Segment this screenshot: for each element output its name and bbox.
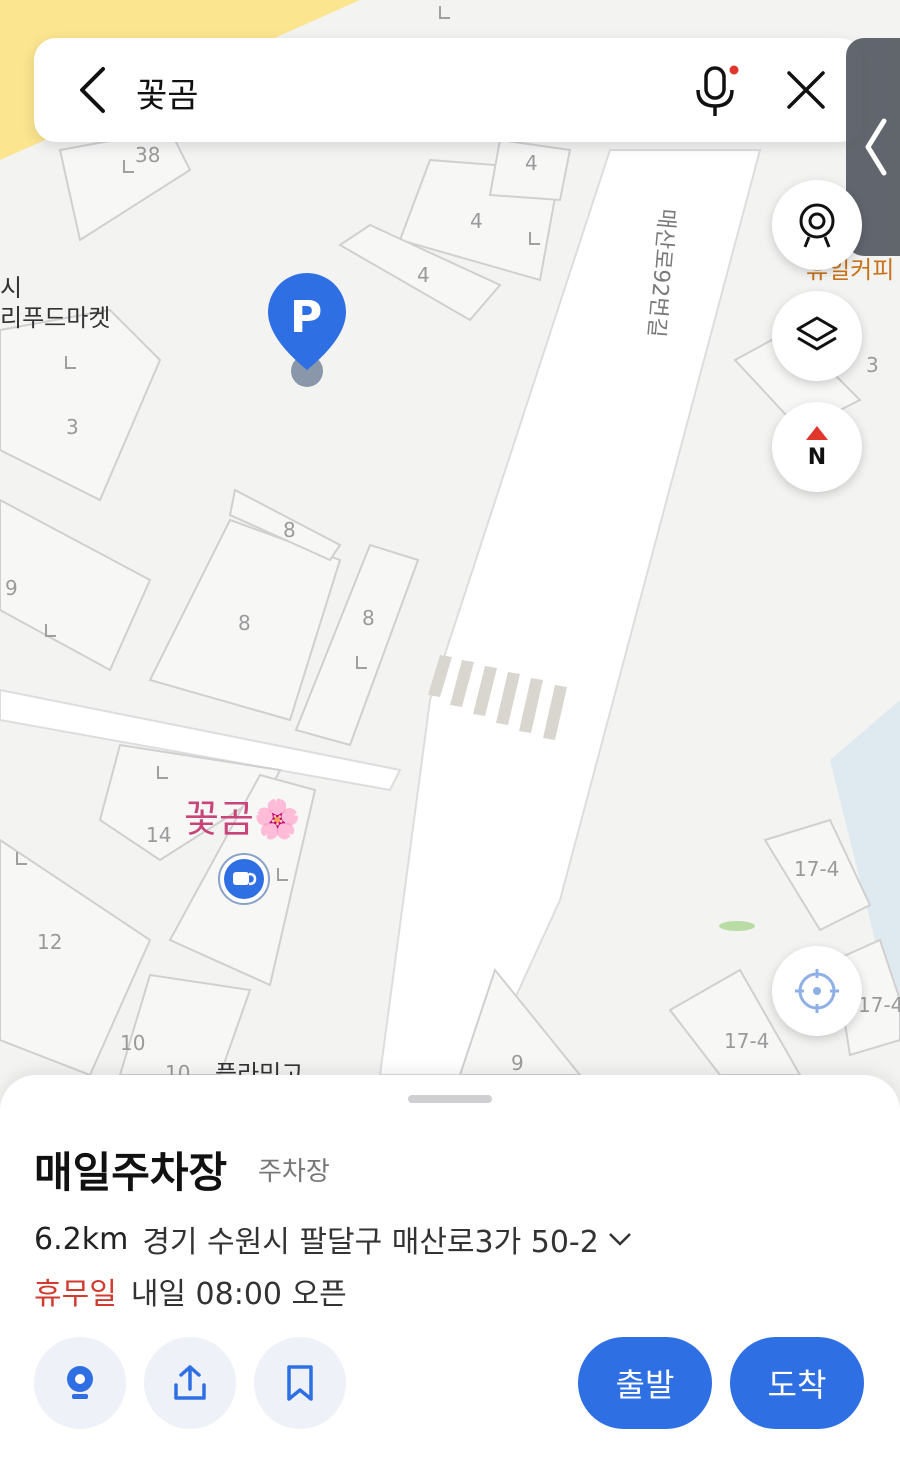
bldg-num: 9 — [5, 576, 18, 600]
search-input[interactable]: 꽃곰 — [136, 68, 199, 117]
share-button[interactable] — [144, 1337, 236, 1429]
address-text: 경기 수원시 팔달구 매산로3가 50-2 — [142, 1225, 599, 1260]
bldg-num: 12 — [37, 930, 62, 954]
bldg-num: 8 — [362, 606, 375, 630]
place-name: 매일주차장 — [34, 1148, 228, 1197]
cctv-button[interactable] — [772, 180, 862, 270]
north-arrow-icon — [806, 425, 828, 440]
place-category: 주차장 — [258, 1157, 330, 1187]
poi-label-partial: 시 — [0, 274, 22, 302]
chevron-left-icon — [865, 118, 887, 176]
cctv-action-button[interactable] — [34, 1337, 126, 1429]
opening-hours: 내일 08:00 오픈 — [130, 1277, 347, 1312]
bldg-num: 4 — [525, 151, 538, 175]
bldg-num: 4 — [417, 263, 430, 287]
microphone-icon[interactable] — [684, 60, 748, 124]
map-view[interactable]: 38 4 4 4 3 8 8 8 9 14 12 10 10 9 17-4 17… — [0, 0, 900, 1100]
bookmark-button[interactable] — [254, 1337, 346, 1429]
layers-icon — [796, 316, 838, 351]
sheet-drag-handle[interactable] — [408, 1095, 492, 1103]
crosshair-icon — [795, 969, 839, 1013]
bldg-num: 8 — [283, 518, 296, 542]
bldg-num: 4 — [470, 209, 483, 233]
poi-label-mart: 리푸드마켓 — [0, 304, 110, 332]
status-badge: 휴무일 — [34, 1277, 117, 1312]
bldg-num: 17-4 — [858, 993, 900, 1017]
bldg-num: 17-4 — [794, 857, 839, 881]
bldg-num: 14 — [146, 823, 171, 847]
cctv-icon — [67, 1366, 93, 1399]
layers-button[interactable] — [772, 291, 862, 381]
compass-label: N — [807, 444, 827, 470]
hours-row: 휴무일 내일 08:00 오픈 — [34, 1269, 347, 1313]
bookmark-icon — [287, 1365, 313, 1401]
bldg-num: 3 — [66, 415, 79, 439]
cafe-marker-icon[interactable] — [218, 853, 270, 905]
svg-text:P: P — [290, 292, 322, 343]
bldg-num: 3 — [866, 353, 879, 377]
address-row[interactable]: 6.2km 경기 수원시 팔달구 매산로3가 50-2 — [34, 1217, 633, 1261]
chevron-down-icon — [608, 1233, 631, 1246]
bldg-num: 9 — [511, 1051, 524, 1075]
depart-button[interactable]: 출발 — [578, 1337, 712, 1429]
back-icon[interactable] — [62, 60, 122, 120]
bldg-num: 8 — [238, 611, 251, 635]
bldg-num: 10 — [120, 1031, 145, 1055]
compass-button[interactable]: N — [772, 402, 862, 492]
distance-text: 6.2km — [34, 1221, 129, 1257]
arrive-button[interactable]: 도착 — [730, 1337, 864, 1429]
close-icon[interactable] — [776, 60, 836, 120]
map-green-mark — [719, 921, 755, 931]
bldg-num: 38 — [135, 143, 160, 167]
search-bar[interactable]: 꽃곰 — [34, 38, 862, 142]
cctv-icon — [799, 203, 835, 248]
bldg-num: 17-4 — [724, 1029, 769, 1053]
share-icon — [174, 1365, 206, 1400]
poi-flower-label[interactable]: 꽃곰🌸 — [184, 797, 301, 841]
current-location-button[interactable] — [772, 946, 862, 1036]
place-info-sheet[interactable]: 매일주차장 주차장 6.2km 경기 수원시 팔달구 매산로3가 50-2 휴무… — [0, 1075, 900, 1463]
